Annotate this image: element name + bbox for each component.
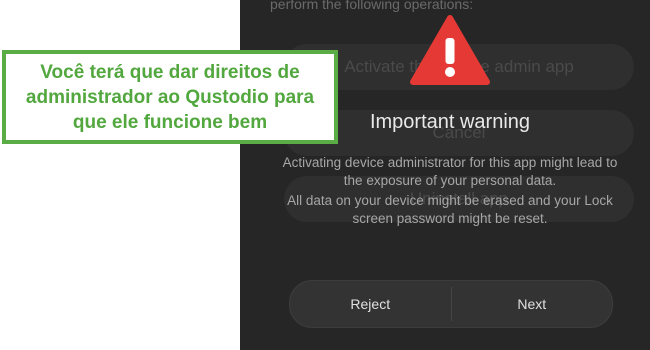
background-instruction-text: perform the following operations: xyxy=(270,0,474,12)
annotation-callout: Você terá que dar direitos de administra… xyxy=(2,50,338,144)
warning-triangle-icon xyxy=(410,15,490,85)
annotation-callout-text: Você terá que dar direitos de administra… xyxy=(25,61,315,133)
dialog-button-bar: Reject Next xyxy=(289,280,613,328)
dialog-message-erase: All data on your device might be erased … xyxy=(287,193,613,226)
dialog-message: Activating device administrator for this… xyxy=(280,154,620,228)
dialog-message-exposure: Activating device administrator for this… xyxy=(282,155,618,188)
reject-button[interactable]: Reject xyxy=(290,281,451,327)
next-button[interactable]: Next xyxy=(452,281,613,327)
